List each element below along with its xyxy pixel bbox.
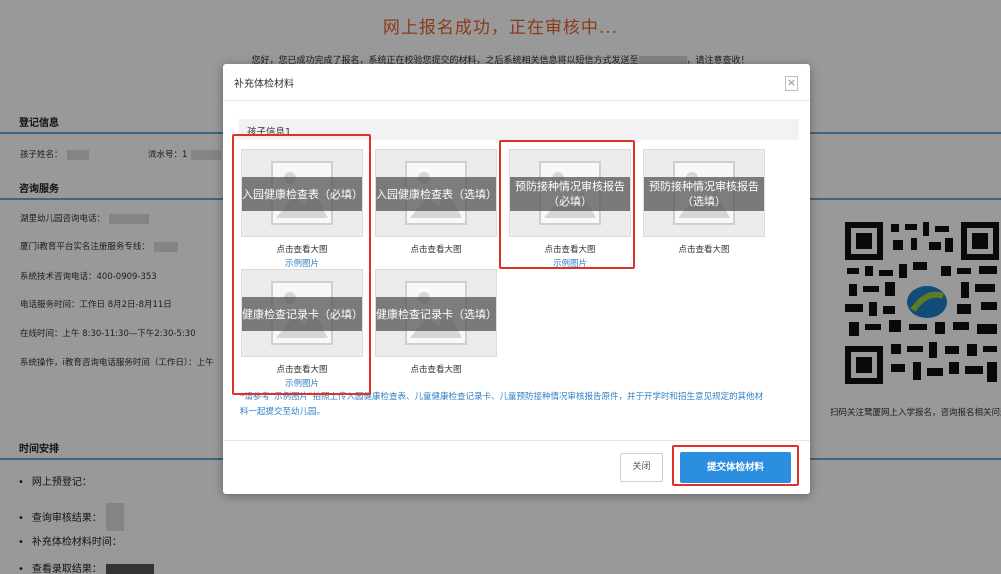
document-name: 预防接种情况审核报告 （选填） (649, 180, 759, 208)
highlight-box (672, 445, 799, 486)
highlight-box (232, 134, 371, 395)
view-large-link[interactable]: 点击查看大图 (375, 243, 497, 255)
upload-thumbnail[interactable]: 健康检查记录卡（选填） (375, 269, 497, 357)
view-large-link[interactable]: 点击查看大图 (375, 363, 497, 375)
document-name: 健康检查记录卡（选填） (376, 307, 497, 321)
footer-divider (223, 440, 810, 441)
dialog-header: 补充体检材料 × (223, 64, 810, 101)
close-button[interactable]: 关闭 (620, 453, 663, 482)
highlight-box (499, 140, 635, 269)
document-name: 入园健康检查表（选填） (376, 187, 497, 201)
instruction-line: 料一起提交至幼儿园。 (240, 407, 326, 417)
thumbnail-caption-band: 健康检查记录卡（选填） (376, 297, 496, 331)
dialog-title: 补充体检材料 (234, 79, 294, 90)
upload-thumbnail[interactable]: 预防接种情况审核报告 （选填） (643, 149, 765, 237)
upload-thumbnail[interactable]: 入园健康检查表（选填） (375, 149, 497, 237)
thumbnail-caption-band: 入园健康检查表（选填） (376, 177, 496, 211)
close-icon[interactable]: × (785, 76, 798, 91)
view-large-link[interactable]: 点击查看大图 (643, 243, 765, 255)
thumbnail-caption-band: 预防接种情况审核报告 （选填） (644, 177, 764, 211)
